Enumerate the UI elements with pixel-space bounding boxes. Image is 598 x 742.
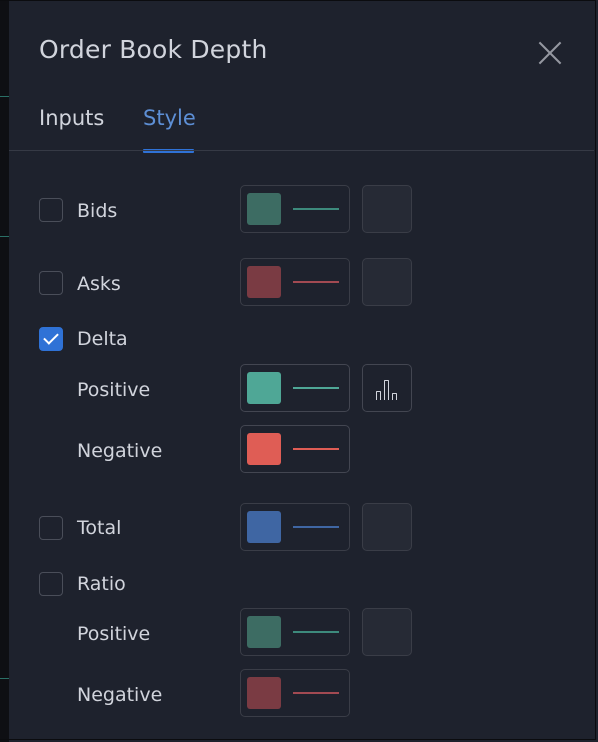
screenshot-border	[0, 0, 596, 740]
